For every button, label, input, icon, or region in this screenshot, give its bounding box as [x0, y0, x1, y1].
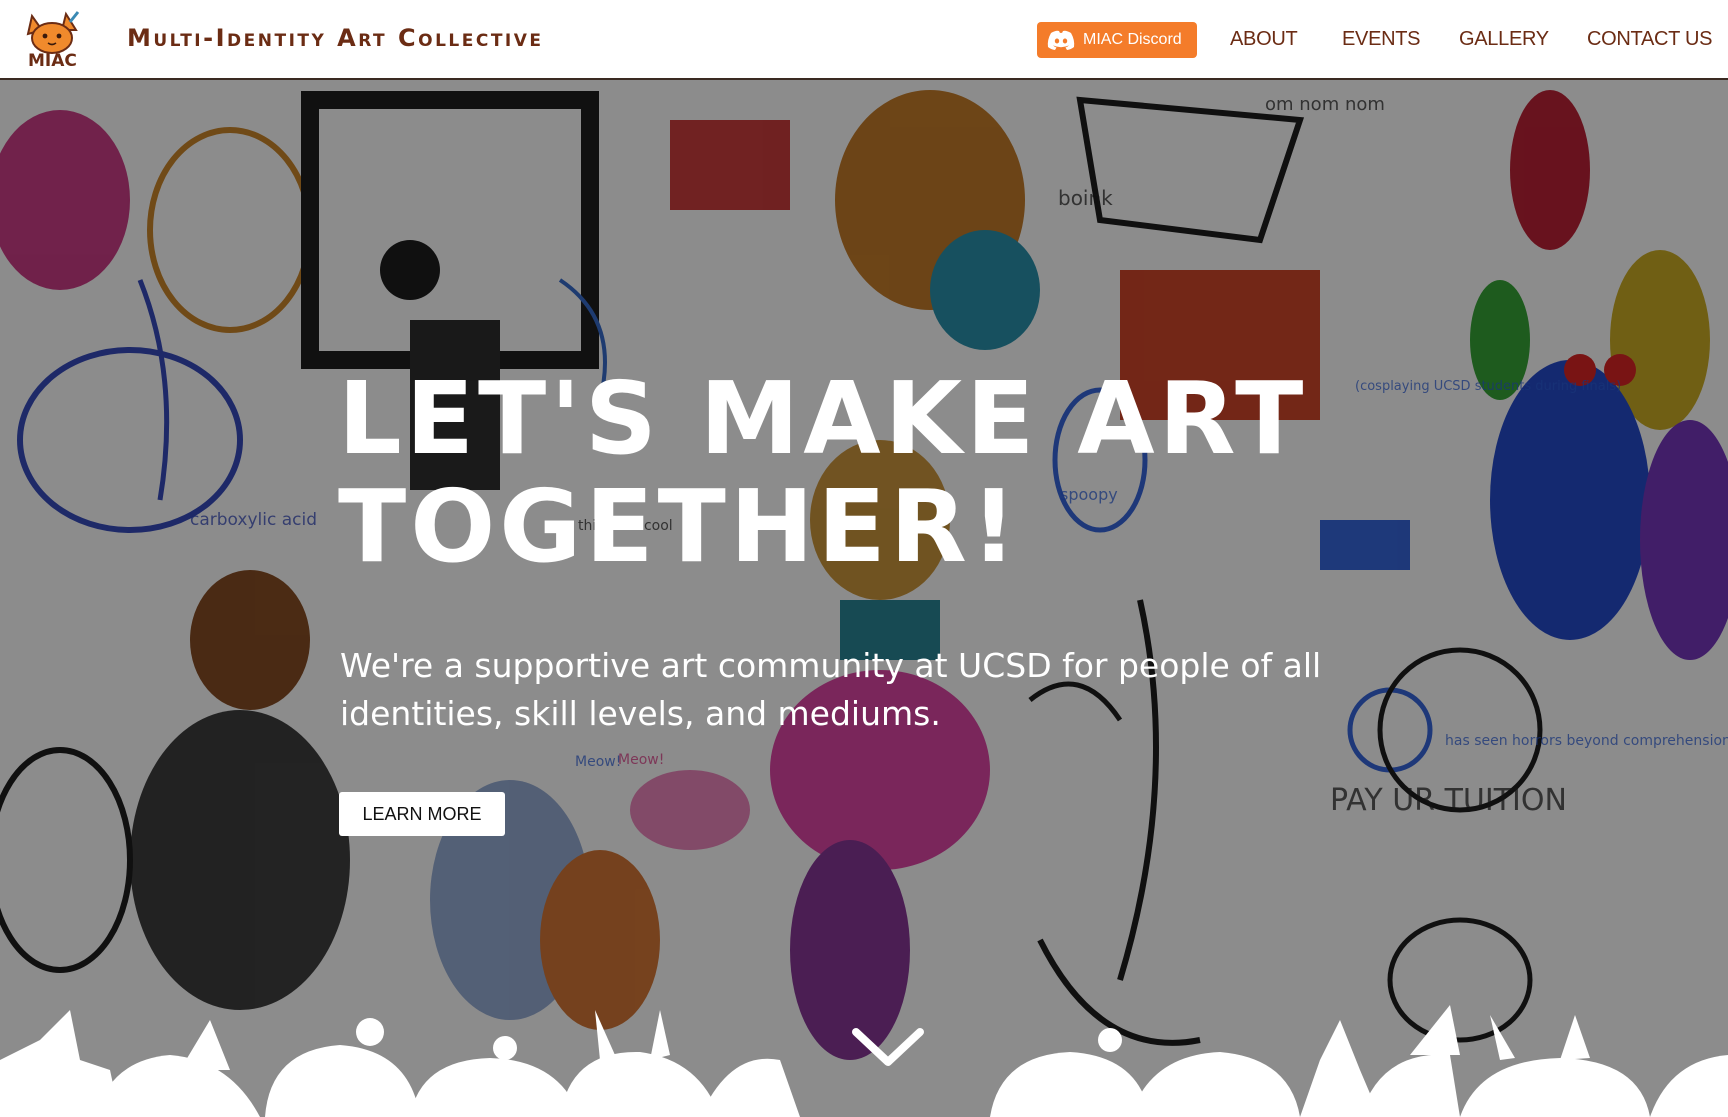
hero-subtext: We're a supportive art community at UCSD… [340, 646, 1322, 733]
hero-section: om nom nom boink carboxylic acid spoopy … [0, 80, 1728, 1117]
nav-link-gallery[interactable]: GALLERY [1459, 28, 1549, 51]
nav-link-contact-us[interactable]: CONTACT US [1587, 28, 1712, 51]
svg-text:MIAC: MIAC [28, 51, 77, 71]
learn-more-button[interactable]: LEARN MORE [339, 792, 505, 836]
discord-button[interactable]: MIAC Discord [1037, 22, 1197, 58]
scroll-down-chevron-icon[interactable] [850, 1026, 926, 1070]
logo[interactable]: MIAC [22, 8, 82, 72]
site-title[interactable]: Multi-Identity Art Collective [127, 24, 544, 52]
hero-dark-overlay [0, 80, 1728, 1117]
nav-link-events[interactable]: EVENTS [1342, 28, 1421, 51]
nav-link-about[interactable]: ABOUT [1230, 28, 1298, 51]
hero-headline: LET'S MAKE ART TOGETHER! [338, 360, 1308, 585]
top-navbar: MIAC Multi-Identity Art Collective MIAC … [0, 0, 1728, 80]
discord-icon [1047, 30, 1075, 50]
fox-mascot-logo-icon: MIAC [26, 11, 80, 71]
discord-button-label: MIAC Discord [1083, 31, 1182, 48]
